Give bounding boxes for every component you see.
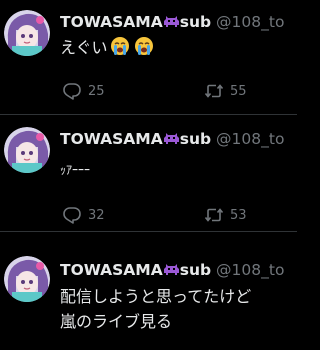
retweet-button[interactable]: 53 [204,205,247,225]
name-suffix: sub [179,261,212,279]
avatar[interactable] [4,127,50,173]
tweet-card-3[interactable]: TOWASAMA sub @108_to 配信しようと思ってたけど 嵐のライブ見る [0,234,297,349]
reply-count: 32 [88,207,105,223]
name-suffix: sub [179,13,212,31]
tweet-header: TOWASAMA sub @108_to [60,129,284,152]
handle[interactable]: @108_to [216,13,284,31]
retweet-icon [204,81,224,101]
tweet-text-line: 嵐のライブ見る [60,312,173,331]
display-name[interactable]: TOWASAMA [60,261,163,279]
tweet-header: TOWASAMA sub @108_to [60,260,284,283]
retweet-icon [204,205,224,225]
reply-count: 25 [88,83,105,99]
tweet-text-line: ｯｱｰｰｰ [60,163,91,177]
reply-button[interactable]: 25 [62,81,105,101]
purple-alien-icon [163,261,180,283]
avatar[interactable] [4,10,50,56]
tweet-text: 配信しようと思ってたけど 嵐のライブ見る [60,284,251,334]
avatar[interactable] [4,256,50,302]
tweet-text-line: 配信しようと思ってたけど [60,287,252,306]
name-suffix: sub [179,130,212,148]
tweet-header: TOWASAMA sub @108_to [60,12,284,35]
retweet-count: 55 [230,83,247,99]
emoji-group [110,36,154,62]
display-name[interactable]: TOWASAMA [60,13,163,31]
handle[interactable]: @108_to [216,130,284,148]
handle[interactable]: @108_to [216,261,284,279]
purple-alien-icon [163,130,180,152]
purple-alien-icon [163,13,180,35]
reply-icon [62,81,82,101]
crying-face-emoji-icon [134,36,154,62]
retweet-button[interactable]: 55 [204,81,247,101]
display-name[interactable]: TOWASAMA [60,130,163,148]
tweet-text: えぐい [60,36,154,62]
retweet-count: 53 [230,207,247,223]
reply-icon [62,205,82,225]
crying-face-emoji-icon [110,36,130,62]
tweet-card-1[interactable]: TOWASAMA sub @108_to えぐい 25 55 [0,0,297,115]
avatar-image [4,127,50,173]
avatar-image [4,256,50,302]
reply-button[interactable]: 32 [62,205,105,225]
tweet-actions: 25 55 [62,81,262,101]
tweet-text-line: えぐい [60,38,108,57]
tweet-text: ｯｱｰｰｰ [60,157,90,182]
tweet-actions: 32 53 [62,205,262,225]
avatar-image [4,10,50,56]
tweet-card-2[interactable]: TOWASAMA sub @108_to ｯｱｰｰｰ 32 53 [0,117,297,232]
